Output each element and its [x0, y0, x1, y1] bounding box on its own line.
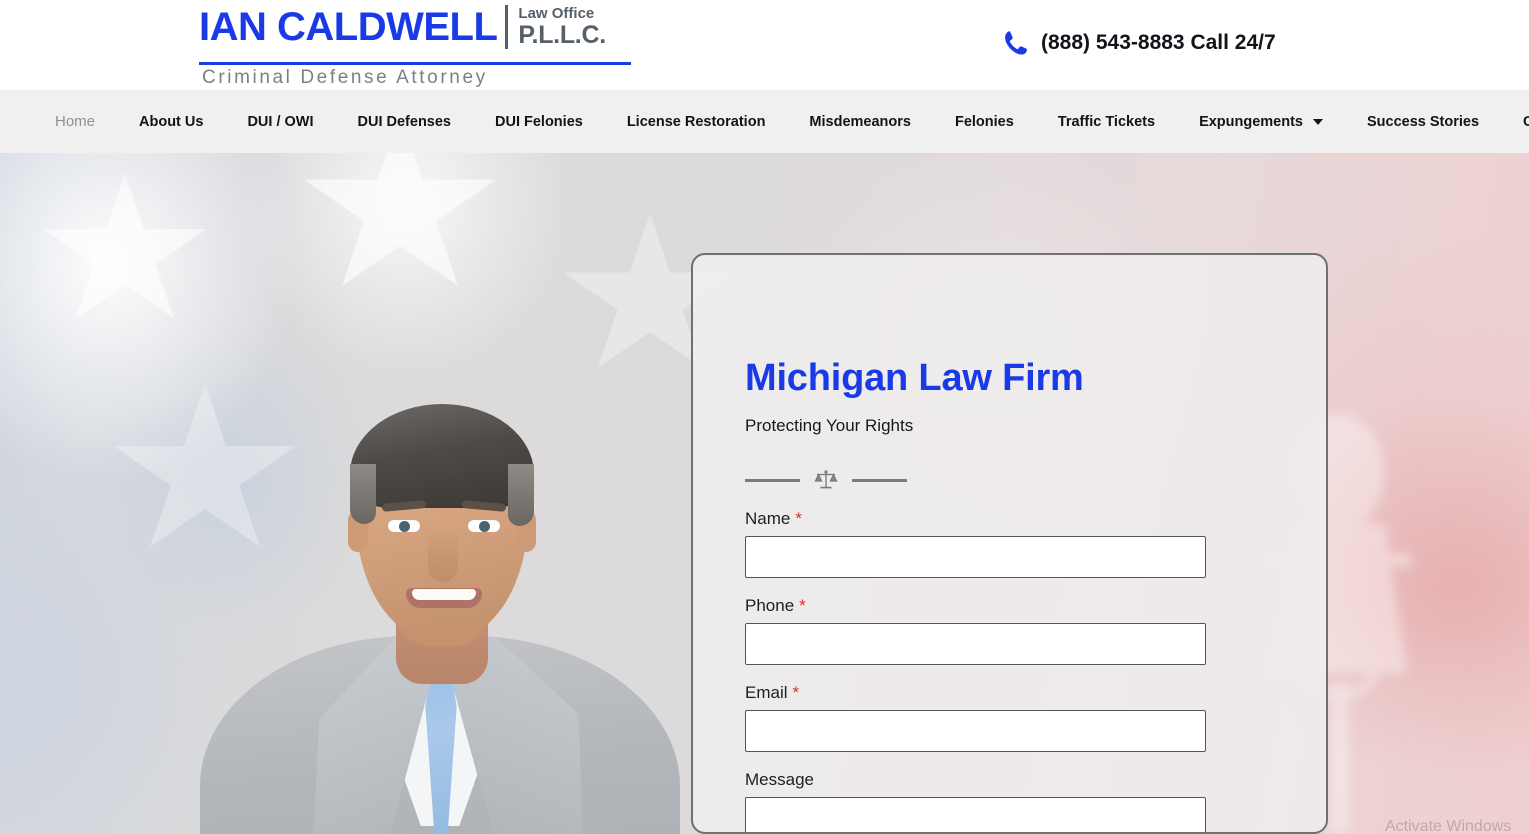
scales-divider [745, 469, 1215, 491]
phone-icon [1004, 30, 1028, 56]
site-header: IAN CALDWELL Law Office P.L.L.C. Crimina… [0, 0, 1529, 90]
main-navigation: Home About Us DUI / OWI DUI Defenses DUI… [0, 90, 1529, 153]
nav-item-success-stories[interactable]: Success Stories [1367, 114, 1479, 130]
nav-item-dui-defenses[interactable]: DUI Defenses [358, 114, 451, 130]
required-marker: * [795, 509, 802, 528]
logo-pllc-text: P.L.L.C. [518, 21, 606, 49]
page-root: IAN CALDWELL Law Office P.L.L.C. Crimina… [0, 0, 1529, 834]
nav-item-license-restoration[interactable]: License Restoration [627, 114, 766, 130]
label-text: Name [745, 509, 791, 528]
logo-law-office-text: Law Office [518, 5, 595, 22]
name-input[interactable] [745, 536, 1206, 578]
portrait-nose [428, 530, 458, 582]
nav-label: Misdemeanors [809, 113, 911, 130]
field-label-email: Email * [745, 683, 1215, 703]
attorney-portrait [200, 398, 680, 834]
form-field-message: Message [745, 770, 1215, 832]
form-subtitle: Protecting Your Rights [745, 416, 914, 435]
form-field-name: Name * [745, 509, 1215, 578]
portrait-pupil-left [399, 521, 410, 532]
nav-label: Felonies [954, 113, 1014, 130]
divider-line-left [745, 478, 800, 482]
portrait-hair-temple-left [350, 464, 376, 524]
message-textarea[interactable] [745, 797, 1206, 832]
phone-input[interactable] [745, 623, 1206, 665]
portrait-hair [350, 404, 534, 508]
nav-label: Home [55, 113, 96, 130]
windows-activation-watermark: Activate Windows [1385, 818, 1512, 834]
portrait-hair-temple-right [508, 464, 534, 526]
divider-line-right [852, 478, 907, 482]
logo-firm-name: IAN CALDWELL [199, 5, 498, 49]
nav-label: About Us [139, 113, 204, 130]
required-marker: * [792, 683, 800, 702]
header-phone-link[interactable]: (888) 543-8883 Call 24/7 [1004, 30, 1276, 56]
contact-form: Michigan Law Firm Protecting Your Rights [745, 356, 1215, 832]
nav-label: Traffic Tickets [1057, 113, 1156, 130]
email-input[interactable] [745, 710, 1206, 752]
nav-item-contact-us[interactable]: Contact Us [1523, 114, 1529, 130]
contact-form-card: Michigan Law Firm Protecting Your Rights [691, 253, 1328, 834]
scales-of-justice-icon [814, 469, 838, 491]
field-label-name: Name * [745, 509, 1215, 529]
portrait-teeth [412, 589, 476, 600]
nav-label: DUI Defenses [357, 113, 451, 130]
nav-item-felonies[interactable]: Felonies [955, 114, 1014, 130]
nav-label: Success Stories [1367, 113, 1480, 130]
nav-item-expungements[interactable]: Expungements [1199, 114, 1323, 130]
nav-label: Expungements [1199, 113, 1303, 130]
logo-primary-row: IAN CALDWELL Law Office P.L.L.C. [199, 5, 631, 52]
nav-label: DUI Felonies [495, 113, 583, 130]
logo-tagline: Criminal Defense Attorney [202, 67, 488, 88]
nav-item-dui-owi[interactable]: DUI / OWI [247, 114, 313, 130]
nav-label: DUI / OWI [247, 113, 314, 130]
chevron-down-icon [1313, 118, 1323, 125]
phone-number-text: (888) 543-8883 Call 24/7 [1041, 31, 1276, 54]
nav-item-dui-felonies[interactable]: DUI Felonies [495, 114, 583, 130]
field-label-phone: Phone * [745, 596, 1215, 616]
label-text: Phone [745, 596, 795, 615]
nav-item-about-us[interactable]: About Us [139, 114, 203, 130]
form-field-email: Email * [745, 683, 1215, 752]
label-text: Email [745, 683, 788, 702]
nav-label: License Restoration [626, 113, 766, 130]
form-title: Michigan Law Firm [745, 357, 1084, 399]
nav-label: Contact Us [1523, 113, 1529, 130]
field-label-message: Message [745, 770, 814, 789]
nav-item-home[interactable]: Home [55, 113, 95, 130]
logo-secondary-block: Law Office P.L.L.C. [518, 5, 606, 49]
logo-divider-bar [505, 5, 509, 49]
nav-item-misdemeanors[interactable]: Misdemeanors [809, 114, 911, 130]
form-field-phone: Phone * [745, 596, 1215, 665]
site-logo[interactable]: IAN CALDWELL Law Office P.L.L.C. Crimina… [199, 5, 631, 88]
portrait-pupil-right [479, 521, 490, 532]
required-marker: * [799, 596, 806, 615]
nav-item-traffic-tickets[interactable]: Traffic Tickets [1058, 114, 1155, 130]
